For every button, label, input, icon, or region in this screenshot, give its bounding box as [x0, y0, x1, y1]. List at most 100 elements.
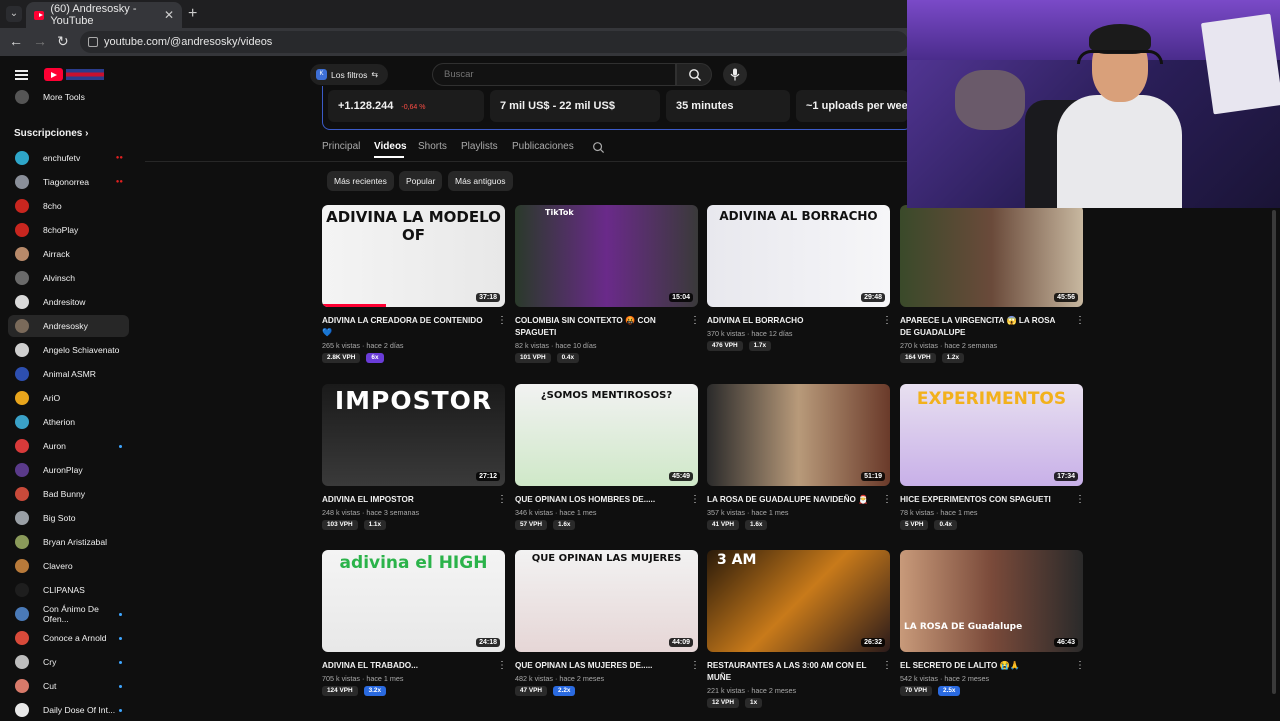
video-title[interactable]: ADIVINA LA CREADORA DE CONTENIDO 💙 — [322, 315, 490, 339]
sidebar-item-channel[interactable]: Animal ASMR — [8, 363, 129, 385]
tab-shorts[interactable]: Shorts — [418, 141, 447, 152]
video-title[interactable]: ADIVINA EL IMPOSTOR — [322, 494, 490, 506]
sidebar-item-channel[interactable]: AuronPlay — [8, 459, 129, 481]
upload-age: hace 12 días — [751, 329, 793, 338]
sidebar-item-channel[interactable]: Auron — [8, 435, 129, 457]
video-thumbnail[interactable]: ADIVINA LA MODELO OF 37:18 — [322, 205, 505, 307]
sidebar-item-channel[interactable]: CLIPANAS — [8, 579, 129, 601]
sidebar-item-channel[interactable]: Con Ánimo De Ofen... — [8, 603, 129, 625]
video-title[interactable]: ADIVINA EL TRABADO... — [322, 660, 490, 672]
forward-icon[interactable]: → — [33, 33, 47, 49]
tab-publicaciones[interactable]: Publicaciones — [512, 141, 574, 152]
video-title[interactable]: COLOMBIA SIN CONTEXTO 🤬 CON SPAGUETI — [515, 315, 683, 339]
sidebar-item-label: Angelo Schiavenato — [43, 345, 120, 355]
sidebar-item-channel[interactable]: Bad Bunny — [8, 483, 129, 505]
sidebar-item-channel[interactable]: Atherion — [8, 411, 129, 433]
sort-chip[interactable]: Más antiguos — [448, 171, 513, 191]
voice-search-button[interactable] — [723, 63, 747, 86]
new-tab-icon[interactable]: + — [188, 5, 197, 23]
video-duration: 15:04 — [669, 293, 693, 302]
video-thumbnail[interactable]: 3 AM 26:32 — [707, 550, 890, 652]
video-title[interactable]: QUE OPINAN LAS MUJERES DE..... — [515, 660, 683, 672]
video-thumbnail[interactable]: TikTok 15:04 — [515, 205, 698, 307]
more-options-icon[interactable]: ⋮ — [882, 660, 892, 671]
video-title[interactable]: EL SECRETO DE LALITO 😭🙏 — [900, 660, 1068, 672]
tab-principal[interactable]: Principal — [322, 141, 360, 152]
more-options-icon[interactable]: ⋮ — [690, 494, 700, 505]
tab-search-icon[interactable]: ⌄ — [6, 6, 22, 22]
sidebar-item-channel[interactable]: Big Soto — [8, 507, 129, 529]
search-button[interactable] — [676, 63, 712, 86]
more-options-icon[interactable]: ⋮ — [1075, 660, 1085, 671]
video-thumbnail[interactable]: IMPOSTOR 27:12 — [322, 384, 505, 486]
site-info-icon[interactable] — [88, 37, 98, 47]
more-options-icon[interactable]: ⋮ — [882, 494, 892, 505]
more-options-icon[interactable]: ⋮ — [882, 315, 892, 326]
sidebar-item-channel[interactable]: Alvinsch — [8, 267, 129, 289]
close-tab-icon[interactable]: ✕ — [164, 8, 174, 22]
vph-badge: 476 VPH — [707, 341, 743, 351]
video-meta: 82 k vistas · hace 10 días — [515, 341, 597, 350]
video-thumbnail[interactable]: 45:56 — [900, 205, 1083, 307]
sidebar-item-channel[interactable]: Bryan Aristizabal — [8, 531, 129, 553]
back-icon[interactable]: ← — [9, 33, 23, 49]
filters-button[interactable]: K Los filtros ⇆ — [310, 64, 388, 85]
video-title[interactable]: ADIVINA EL BORRACHO — [707, 315, 875, 327]
sidebar-item-channel[interactable]: Cut — [8, 675, 129, 697]
tab-videos[interactable]: Videos — [374, 141, 407, 152]
video-thumbnail[interactable]: EXPERIMENTOS 17:34 — [900, 384, 1083, 486]
tab-playlists[interactable]: Playlists — [461, 141, 498, 152]
video-title[interactable]: LA ROSA DE GUADALUPE NAVIDEÑO 🎅 — [707, 494, 875, 506]
sidebar-item-channel[interactable]: 8cho — [8, 195, 129, 217]
sidebar-item-channel[interactable]: Tiagonorrea ●● — [8, 171, 129, 193]
video-thumbnail[interactable]: LA ROSA DE Guadalupe 46:43 — [900, 550, 1083, 652]
youtube-logo[interactable] — [44, 68, 104, 81]
video-thumbnail[interactable]: ADIVINA AL BORRACHO 29:48 — [707, 205, 890, 307]
sidebar-item-channel[interactable]: enchufetv ●● — [8, 147, 129, 169]
video-thumbnail[interactable]: ¿SOMOS MENTIROSOS? 45:49 — [515, 384, 698, 486]
sidebar-item-channel[interactable]: Angelo Schiavenato — [8, 339, 129, 361]
stat-delta: -0,64 % — [401, 104, 426, 111]
sidebar-item-channel[interactable]: Daily Dose Of Int... — [8, 699, 129, 721]
video-thumbnail[interactable]: 51:19 — [707, 384, 890, 486]
sort-chip[interactable]: Más recientes — [327, 171, 394, 191]
video-title[interactable]: QUE OPINAN LOS HOMBRES DE..... — [515, 494, 683, 506]
reload-icon[interactable]: ↻ — [57, 33, 69, 50]
sidebar-item-more-tools[interactable]: More Tools — [8, 86, 129, 108]
video-thumbnail[interactable]: adivina el HIGH 24:18 — [322, 550, 505, 652]
sidebar-item-channel[interactable]: Andresitow — [8, 291, 129, 313]
address-bar[interactable]: youtube.com/@andresosky/videos — [80, 31, 908, 53]
new-content-dot — [119, 636, 122, 640]
more-options-icon[interactable]: ⋮ — [1075, 494, 1085, 505]
video-title[interactable]: APARECE LA VIRGENCITA 😱 LA ROSA DE GUADA… — [900, 315, 1068, 339]
sidebar-item-channel[interactable]: Conoce a Arnold — [8, 627, 129, 649]
sidebar-item-channel[interactable]: Airrack — [8, 243, 129, 265]
sidebar-item-label: More Tools — [43, 92, 85, 102]
vph-badge: 57 VPH — [515, 520, 548, 530]
new-content-dot — [119, 444, 122, 448]
search-input[interactable] — [432, 63, 676, 86]
channel-search-icon[interactable] — [592, 141, 605, 154]
more-options-icon[interactable]: ⋮ — [497, 494, 507, 505]
more-options-icon[interactable]: ⋮ — [690, 660, 700, 671]
sidebar-item-channel[interactable]: 8choPlay — [8, 219, 129, 241]
more-options-icon[interactable]: ⋮ — [690, 315, 700, 326]
sidebar-item-channel[interactable]: Andresosky — [8, 315, 129, 337]
view-count: 248 k vistas — [322, 508, 360, 517]
page-scrollbar[interactable] — [1272, 210, 1276, 694]
more-options-icon[interactable]: ⋮ — [1075, 315, 1085, 326]
sidebar-item-channel[interactable]: Cry — [8, 651, 129, 673]
video-title[interactable]: HICE EXPERIMENTOS CON SPAGUETI — [900, 494, 1068, 506]
video-thumbnail[interactable]: QUE OPINAN LAS MUJERES 44:09 — [515, 550, 698, 652]
sidebar-item-channel[interactable]: AriO — [8, 387, 129, 409]
sidebar-item-channel[interactable]: Clavero — [8, 555, 129, 577]
video-title[interactable]: RESTAURANTES A LAS 3:00 AM CON EL MUÑE — [707, 660, 875, 684]
more-options-icon[interactable]: ⋮ — [497, 315, 507, 326]
sort-chip[interactable]: Popular — [399, 171, 443, 191]
more-options-icon[interactable]: ⋮ — [497, 660, 507, 671]
upload-age: hace 1 mes — [940, 508, 978, 517]
menu-icon[interactable] — [15, 70, 28, 80]
browser-tab[interactable]: (60) Andresosky - YouTube ✕ — [26, 2, 182, 28]
subscriptions-heading[interactable]: Suscripciones › — [14, 128, 88, 139]
channel-avatar — [15, 343, 29, 357]
